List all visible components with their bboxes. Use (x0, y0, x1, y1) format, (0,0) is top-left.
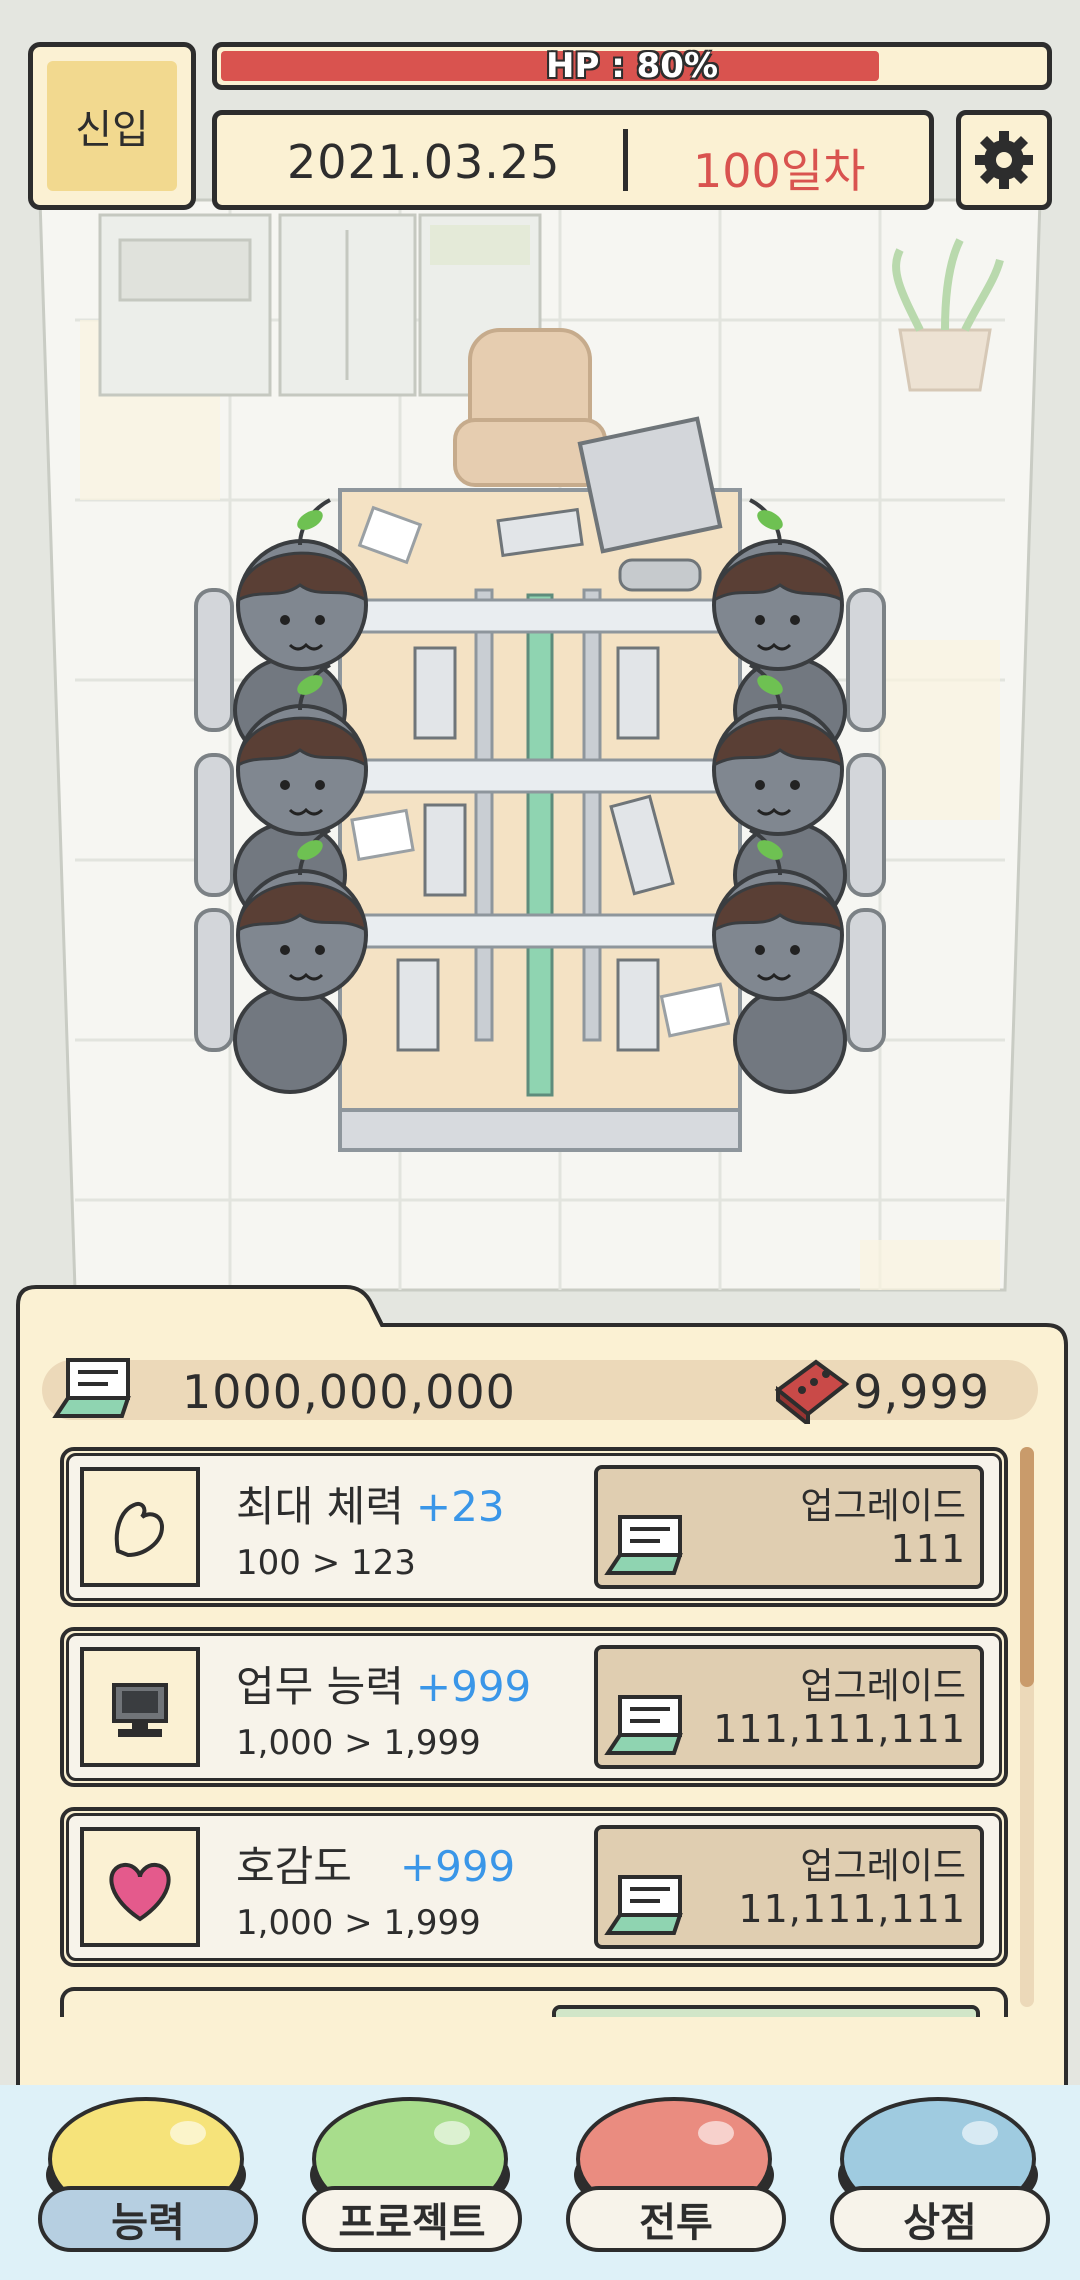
ability-panel: 1000,000,000 9,999 최대 체력 +23 100 > 123 업… (16, 1285, 1068, 2105)
nav-button-battle[interactable]: 전투 (558, 2085, 790, 2280)
stat-name: 업무 능력 +999 (236, 1653, 531, 1714)
brick-icon (774, 1359, 850, 1424)
resource-bar: 1000,000,000 9,999 (42, 1358, 1038, 1424)
stat-range: 1,000 > 1,999 (236, 1903, 481, 1943)
brick-amount: 9,999 (853, 1365, 990, 1419)
date-divider (623, 129, 628, 191)
stat-bonus: +999 (415, 1662, 532, 1711)
laptop-money-icon (604, 1875, 683, 1935)
stat-row-affinity: 호감도 +999 1,000 > 1,999 업그레이드 11,111,111 (60, 1807, 1008, 1967)
stat-name: 최대 체력 +23 (236, 1473, 505, 1534)
hp-text: HP : 80% (545, 46, 719, 86)
day-counter: 100일차 (693, 144, 866, 198)
stat-bonus: +23 (415, 1482, 505, 1531)
computer-icon (112, 1683, 168, 1737)
stat-range: 1,000 > 1,999 (236, 1723, 481, 1763)
upgrade-label: 업그레이드 (800, 1846, 966, 1887)
laptop-money-icon (604, 1695, 683, 1755)
nav-label: 능력 (38, 2186, 258, 2252)
rank-label: 신입 (75, 107, 149, 153)
stat-bonus: +999 (399, 1842, 516, 1891)
settings-button[interactable] (956, 110, 1052, 210)
scrollbar-track[interactable] (1020, 1447, 1034, 2007)
muscle-icon (114, 1502, 165, 1558)
heart-icon (109, 1862, 171, 1922)
stat-name-text: 업무 능력 (236, 1662, 404, 1711)
stat-icon-box (80, 1467, 200, 1587)
stat-name-text: 호감도 (236, 1842, 352, 1891)
hp-bar: HP : 80% (212, 42, 1052, 90)
nav-button-ability[interactable]: 능력 (30, 2085, 262, 2280)
nav-label: 상점 (830, 2186, 1050, 2252)
money-amount: 1000,000,000 (182, 1365, 516, 1419)
bottom-nav: 능력 프로젝트 전투 상점 (0, 2085, 1080, 2280)
stat-row-max-hp: 최대 체력 +23 100 > 123 업그레이드 111 (60, 1447, 1008, 1607)
scrollbar-thumb[interactable] (1020, 1447, 1034, 1687)
upgrade-label: 업그레이드 (800, 1666, 966, 1707)
upgrade-button[interactable]: 업그레이드 111 (594, 1465, 984, 1589)
laptop-money-icon (604, 1515, 683, 1575)
stat-icon-box (80, 1647, 200, 1767)
date-text: 2021.03.25 (287, 135, 561, 189)
upgrade-label: 업그레이드 (800, 1486, 966, 1527)
nav-button-project[interactable]: 프로젝트 (294, 2085, 526, 2280)
nav-label: 전투 (566, 2186, 786, 2252)
laptop-money-icon (52, 1358, 131, 1418)
upgrade-cost: 11,111,111 (738, 1887, 966, 1931)
stat-row-partial (60, 1987, 1008, 2017)
upgrade-cost: 111 (890, 1527, 966, 1571)
nav-label: 프로젝트 (302, 2186, 522, 2252)
rank-badge[interactable]: 신입 (28, 42, 196, 210)
stat-name-text: 최대 체력 (236, 1482, 404, 1531)
stat-range: 100 > 123 (236, 1543, 416, 1583)
upgrade-button[interactable]: 업그레이드 11,111,111 (594, 1825, 984, 1949)
stat-icon-box (80, 1827, 200, 1947)
nav-button-shop[interactable]: 상점 (822, 2085, 1054, 2280)
stat-name: 호감도 +999 (236, 1833, 515, 1894)
date-panel: 2021.03.25 100일차 (212, 110, 934, 210)
upgrade-cost: 111,111,111 (713, 1707, 966, 1751)
upgrade-button[interactable]: 업그레이드 111,111,111 (594, 1645, 984, 1769)
gear-icon (975, 131, 1033, 189)
stat-row-work-skill: 업무 능력 +999 1,000 > 1,999 업그레이드 111,111,11… (60, 1627, 1008, 1787)
